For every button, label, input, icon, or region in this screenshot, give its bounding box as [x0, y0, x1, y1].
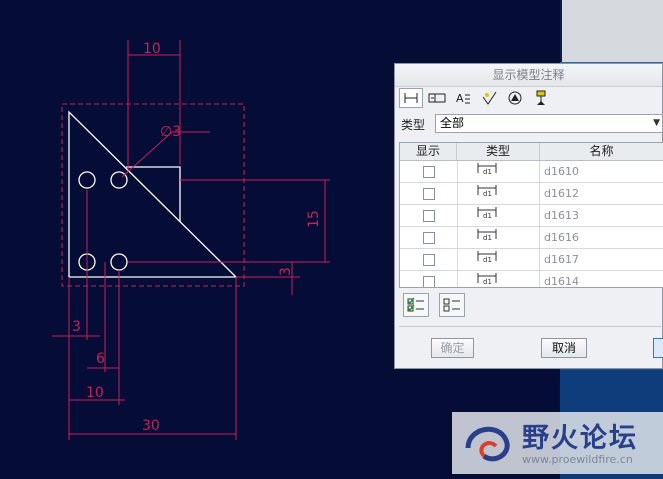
dialog-title[interactable]: 显示模型注释	[395, 64, 662, 87]
dim-hole[interactable]: ∅3	[160, 124, 181, 140]
dialog-separator	[399, 326, 661, 327]
datum-target-tab[interactable]	[529, 88, 553, 108]
svg-text:d1: d1	[483, 212, 492, 219]
dimension-icon: d1	[477, 163, 497, 176]
dim-h3[interactable]: 3	[72, 319, 81, 335]
show-checkbox[interactable]	[422, 165, 435, 178]
table-row[interactable]: d1 d1612	[400, 183, 663, 205]
note-icon: A	[456, 92, 470, 105]
table-row[interactable]: d1 d1617	[400, 249, 663, 271]
chevron-down-icon: ▼	[653, 118, 660, 128]
note-tab[interactable]: A	[451, 88, 475, 108]
svg-text:d1: d1	[483, 234, 492, 241]
show-checkbox[interactable]	[422, 187, 435, 200]
annotation-name: d1617	[544, 253, 579, 266]
show-checkbox[interactable]	[422, 253, 435, 266]
select-all-icon	[407, 297, 424, 312]
dim-h30[interactable]: 30	[142, 418, 160, 434]
annotation-name: d1613	[544, 209, 579, 222]
dimension-icon: d1	[477, 229, 497, 242]
dim-h10[interactable]: 10	[86, 385, 104, 401]
type-label: 类型	[401, 118, 426, 132]
svg-text:A: A	[456, 92, 464, 105]
table-row[interactable]: d1 d1610	[400, 161, 663, 183]
triangle-part[interactable]	[68, 110, 238, 278]
annotation-type-toolbar: A	[399, 88, 553, 110]
select-all-button[interactable]	[403, 293, 429, 317]
type-select-value: 全部	[440, 116, 465, 130]
forum-watermark: 野火论坛 www.proewildfire.cn	[452, 412, 663, 474]
hole-top-left[interactable]	[78, 171, 96, 189]
ok-button[interactable]: 确定	[431, 338, 474, 358]
dimension-lines	[52, 40, 330, 440]
dimension-icon: d1	[477, 273, 497, 286]
col-type[interactable]: 类型	[457, 143, 540, 160]
annotation-name: d1616	[544, 231, 579, 244]
deselect-all-icon	[443, 298, 460, 312]
forum-logo-icon	[465, 426, 510, 462]
annotation-name: d1612	[544, 187, 579, 200]
dimension-icon: d1	[477, 185, 497, 198]
annotation-name: d1610	[544, 165, 579, 178]
dim-small-3[interactable]: 3	[278, 267, 294, 276]
datum-icon	[508, 91, 522, 105]
dimension-labels: 10 ∅3 15 3 3 6 10 30	[72, 41, 322, 434]
col-name[interactable]: 名称	[540, 143, 663, 160]
type-select[interactable]: 全部 ▼	[435, 114, 663, 133]
surface-finish-tab[interactable]	[477, 88, 501, 108]
right-panel-gray	[560, 0, 663, 62]
watermark-url: www.proewildfire.cn	[522, 453, 633, 466]
datum-tab[interactable]	[503, 88, 527, 108]
apply-button-partial[interactable]	[653, 338, 663, 358]
show-annotations-dialog: 显示模型注释 A 类型 全部 ▼ 显示 类型 名称 d1 d1610 d1 d1…	[394, 63, 663, 369]
svg-text:d1: d1	[483, 190, 492, 197]
cancel-button[interactable]: 取消	[541, 338, 587, 358]
dimension-tab[interactable]	[399, 88, 423, 108]
svg-text:d1: d1	[483, 278, 492, 285]
show-checkbox[interactable]	[422, 231, 435, 244]
deselect-all-button[interactable]	[439, 293, 465, 317]
gtol-icon	[428, 93, 446, 103]
selection-buttons	[403, 293, 465, 317]
col-show[interactable]: 显示	[400, 143, 457, 160]
table-header: 显示 类型 名称	[400, 143, 663, 161]
show-checkbox[interactable]	[422, 275, 435, 287]
annotation-name: d1614	[544, 275, 579, 288]
svg-text:d1: d1	[483, 256, 492, 263]
svg-text:d1: d1	[483, 168, 492, 175]
hole-bottom-right[interactable]	[110, 253, 128, 271]
dim-vertical-15[interactable]: 15	[306, 210, 322, 228]
dim-top-10[interactable]: 10	[143, 41, 161, 57]
show-checkbox[interactable]	[422, 209, 435, 222]
table-row[interactable]: d1 d1616	[400, 227, 663, 249]
dimension-icon: d1	[477, 251, 497, 264]
annotation-table: 显示 类型 名称 d1 d1610 d1 d1612 d1 d1613 d1 d…	[399, 142, 663, 288]
watermark-title: 野火论坛	[522, 423, 638, 454]
dim-h6[interactable]: 6	[96, 351, 105, 367]
surface-finish-icon	[482, 91, 497, 105]
table-row[interactable]: d1 d1613	[400, 205, 663, 227]
table-row[interactable]: d1 d1614	[400, 271, 663, 288]
gtol-tab[interactable]	[425, 88, 449, 108]
dimension-icon	[404, 93, 418, 103]
datum-target-icon	[536, 90, 546, 105]
dimension-icon: d1	[477, 207, 497, 220]
